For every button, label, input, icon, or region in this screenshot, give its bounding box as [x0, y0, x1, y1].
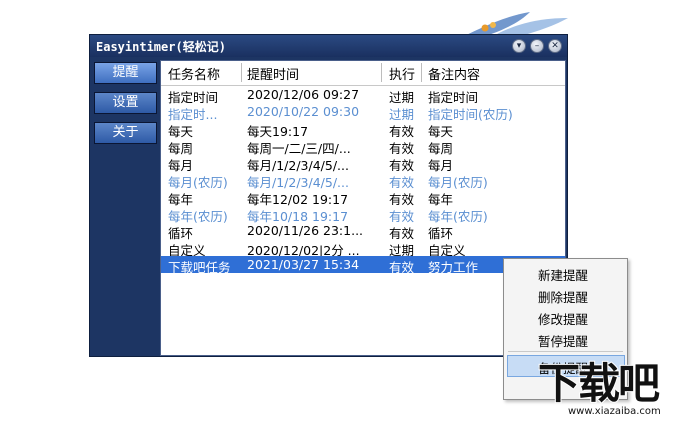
cell-reminder-time: 2020/12/06 09:27: [247, 87, 360, 102]
table-row[interactable]: 每年(农历) 每年10/18 19:17 有效 每年(农历): [161, 205, 565, 224]
app-window: Easyintimer(轻松记) ▾ – ✕ 提醒 设置 关于 任务名称 提醒时…: [89, 34, 568, 357]
menu-item-pause[interactable]: 暂停提醒: [538, 331, 588, 350]
cell-task-name: 下载吧任务: [168, 260, 231, 275]
window-title: Easyintimer(轻松记): [96, 40, 226, 54]
title-bar: Easyintimer(轻松记) ▾ – ✕: [90, 35, 567, 57]
column-header-time[interactable]: 提醒时间: [247, 64, 299, 83]
column-header-task[interactable]: 任务名称: [168, 64, 220, 83]
sidebar-settings-button[interactable]: 设置: [94, 92, 157, 114]
menu-item-delete[interactable]: 删除提醒: [538, 287, 588, 306]
menu-item-new[interactable]: 新建提醒: [538, 265, 588, 284]
sidebar-reminder-button[interactable]: 提醒: [94, 62, 157, 84]
close-icon[interactable]: ✕: [548, 39, 562, 53]
cell-reminder-time: 2021/03/27 15:34: [247, 257, 360, 272]
table-row[interactable]: 循环 2020/11/26 23:1... 有效 循环: [161, 222, 565, 241]
menu-item-edit[interactable]: 修改提醒: [538, 309, 588, 328]
table-row[interactable]: 指定时... 2020/10/22 09:30 过期 指定时间(农历): [161, 103, 565, 122]
column-divider[interactable]: [241, 63, 242, 82]
table-row[interactable]: 每年 每年12/02 19:17 有效 每年: [161, 188, 565, 207]
watermark-url: www.xiazaiba.com: [568, 406, 661, 417]
watermark-logo: 下载吧: [537, 359, 661, 408]
sidebar-about-button[interactable]: 关于: [94, 122, 157, 144]
table-row[interactable]: 每月 每月/1/2/3/4/5/... 有效 每月: [161, 154, 565, 173]
table-row[interactable]: 每月(农历) 每月/1/2/3/4/5/... 有效 每月(农历): [161, 171, 565, 190]
menu-separator: [508, 351, 623, 352]
watermark: 下载吧 www.xiazaiba.com: [532, 359, 673, 421]
cell-note: 努力工作: [428, 260, 479, 275]
column-header-status[interactable]: 执行: [389, 64, 415, 83]
table-row[interactable]: 每天 每天19:17 有效 每天: [161, 120, 565, 139]
dropdown-icon[interactable]: ▾: [512, 39, 526, 53]
cell-reminder-time: 2020/10/22 09:30: [247, 104, 360, 119]
cell-reminder-time: 2020/11/26 23:1...: [247, 223, 364, 238]
list-header: 任务名称 提醒时间 执行 备注内容: [161, 61, 565, 86]
column-header-note[interactable]: 备注内容: [428, 64, 480, 83]
minimize-icon[interactable]: –: [530, 39, 544, 53]
table-row[interactable]: 每周 每周一/二/三/四/... 有效 每周: [161, 137, 565, 156]
table-row[interactable]: 自定义 2020/12/02|2分 ... 过期 自定义: [161, 239, 565, 258]
column-divider[interactable]: [381, 63, 382, 82]
table-row[interactable]: 指定时间 2020/12/06 09:27 过期 指定时间: [161, 86, 565, 105]
column-divider[interactable]: [421, 63, 422, 82]
cell-status: 有效: [389, 260, 415, 275]
